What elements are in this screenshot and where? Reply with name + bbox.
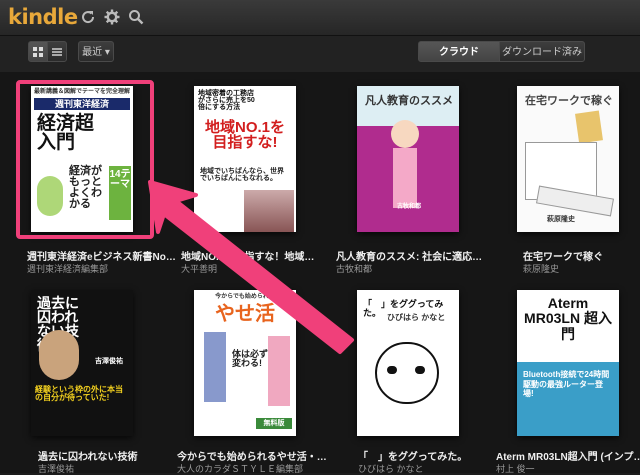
pointer-arrow: [148, 180, 354, 354]
